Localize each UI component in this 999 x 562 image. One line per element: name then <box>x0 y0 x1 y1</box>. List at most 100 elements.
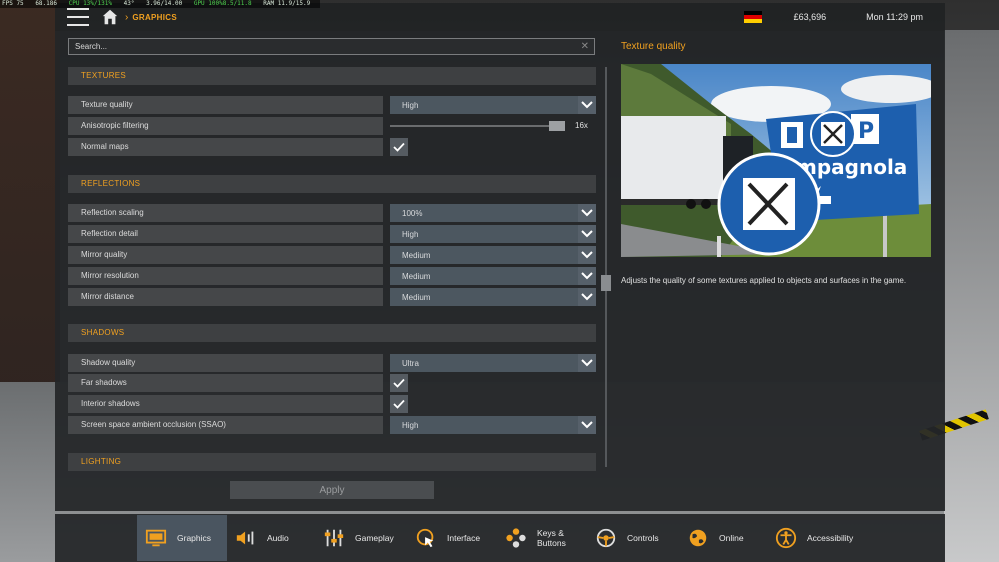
tab-audio[interactable]: Audio <box>227 515 315 561</box>
info-description: Adjusts the quality of some textures app… <box>621 276 907 285</box>
money-balance: £63,696 <box>793 12 827 22</box>
chevron-down-icon <box>578 267 596 285</box>
setting-label: Reflection scaling <box>68 204 383 222</box>
tab-label: Online <box>719 533 744 543</box>
tab-online[interactable]: Online <box>679 515 767 561</box>
cpu-readout: CPU 13%/131% <box>68 0 112 7</box>
tab-label: Audio <box>267 533 289 543</box>
garage-wall-right <box>944 30 999 562</box>
globe-icon <box>689 529 707 547</box>
texture-preview-image: P mpagnola <box>621 64 931 257</box>
chevron-right-icon: › <box>125 11 129 23</box>
setting-row-mirror-resolution: Mirror resolution Medium <box>68 267 596 285</box>
slider-track <box>390 125 565 127</box>
mirror-quality-dropdown[interactable]: Medium <box>390 246 596 264</box>
germany-flag-icon <box>743 11 762 23</box>
dropdown-value: High <box>402 100 419 110</box>
checkmark-icon <box>393 142 405 152</box>
setting-row-mirror-distance: Mirror distance Medium <box>68 288 596 306</box>
slider-value: 16x <box>575 121 588 130</box>
dropdown-value: Medium <box>402 250 431 260</box>
dropdown-value: High <box>402 229 419 239</box>
search-input[interactable] <box>75 42 565 51</box>
mirror-distance-dropdown[interactable]: Medium <box>390 288 596 306</box>
far-shadows-checkbox[interactable] <box>390 374 408 392</box>
chevron-down-icon <box>578 288 596 306</box>
tab-label-line1: Keys & <box>537 528 564 538</box>
setting-label: Mirror resolution <box>68 267 383 285</box>
setting-row-texture-quality: Texture quality High <box>68 96 596 114</box>
normal-maps-checkbox[interactable] <box>390 138 408 156</box>
tab-accessibility[interactable]: Accessibility <box>767 515 867 561</box>
settings-scrollbar[interactable] <box>601 67 611 467</box>
tab-label: Interface <box>447 533 481 543</box>
setting-row-shadow-quality: Shadow quality Ultra <box>68 354 596 372</box>
section-header-shadows: SHADOWS <box>68 324 596 342</box>
apply-button[interactable]: Apply <box>230 481 434 499</box>
checkmark-icon <box>393 399 405 409</box>
tab-interface[interactable]: Interface <box>407 515 497 561</box>
setting-row-normal-maps: Normal maps <box>68 138 596 156</box>
ssao-dropdown[interactable]: High <box>390 416 596 434</box>
tab-gameplay[interactable]: Gameplay <box>315 515 407 561</box>
setting-label: Mirror distance <box>68 288 383 306</box>
settings-panel: ✕ TEXTURES Texture quality High Anisotro… <box>55 31 945 511</box>
setting-row-anisotropic-filtering: Anisotropic filtering 16x <box>68 117 596 135</box>
reflection-detail-dropdown[interactable]: High <box>390 225 596 243</box>
dropdown-value: Ultra <box>402 358 419 368</box>
section-header-reflections: REFLECTIONS <box>68 175 596 193</box>
section-header-lighting: LIGHTING <box>68 453 596 471</box>
ram-readout: RAM 11.9/15.9 <box>263 0 311 7</box>
chevron-down-icon <box>578 354 596 372</box>
search-field[interactable]: ✕ <box>68 38 595 55</box>
cpu-load-readout: 3.96/14.00 <box>146 0 183 7</box>
section-header-textures: TEXTURES <box>68 67 596 85</box>
interior-shadows-checkbox[interactable] <box>390 395 408 413</box>
setting-row-reflection-scaling: Reflection scaling 100% <box>68 204 596 222</box>
setting-label: Mirror quality <box>68 246 383 264</box>
tab-label-line2: Buttons <box>537 538 566 548</box>
shadow-quality-dropdown[interactable]: Ultra <box>390 354 596 372</box>
tab-controls[interactable]: Controls <box>587 515 679 561</box>
tab-keys-buttons[interactable]: Keys & Buttons <box>497 515 587 561</box>
game-clock: Mon 11:29 pm <box>866 12 923 22</box>
close-icon[interactable]: ✕ <box>581 42 589 52</box>
tab-label: Gameplay <box>355 533 394 543</box>
setting-label: Anisotropic filtering <box>68 117 383 135</box>
scrollbar-thumb[interactable] <box>601 275 611 291</box>
setting-row-interior-shadows: Interior shadows <box>68 395 596 413</box>
tab-graphics[interactable]: Graphics <box>137 515 227 561</box>
monitor-icon <box>145 529 167 547</box>
reflection-scaling-dropdown[interactable]: 100% <box>390 204 596 222</box>
hamburger-menu-icon[interactable] <box>67 8 89 26</box>
info-title: Texture quality <box>621 41 686 52</box>
fps-readout: FPS 75 <box>2 0 24 7</box>
mirror-resolution-dropdown[interactable]: Medium <box>390 267 596 285</box>
chevron-down-icon <box>578 416 596 434</box>
pointer-icon <box>416 528 434 548</box>
checkmark-icon <box>393 378 405 388</box>
speaker-icon <box>236 531 254 545</box>
setting-label: Far shadows <box>68 374 383 392</box>
slider-thumb[interactable] <box>549 121 565 131</box>
setting-label: Shadow quality <box>68 354 383 372</box>
anisotropic-filtering-slider[interactable] <box>390 117 565 135</box>
setting-label: Normal maps <box>68 138 383 156</box>
home-icon[interactable] <box>101 8 119 26</box>
chevron-down-icon <box>578 96 596 114</box>
steering-wheel-icon <box>596 528 616 548</box>
texture-quality-dropdown[interactable]: High <box>390 96 596 114</box>
dropdown-value: Medium <box>402 292 431 302</box>
breadcrumb[interactable]: GRAPHICS <box>132 13 177 22</box>
tab-label: Accessibility <box>807 533 854 543</box>
dropdown-value: 100% <box>402 208 423 218</box>
dropdown-value: Medium <box>402 271 431 281</box>
accessibility-icon <box>775 527 797 549</box>
sign-text: mpagnola <box>796 155 907 179</box>
temp-readout: 43° <box>123 0 135 7</box>
tab-label: Graphics <box>177 533 212 543</box>
performance-overlay: FPS 75 68.186 CPU 13%/131% 43° 3.96/14.0… <box>0 0 321 8</box>
svg-text:P: P <box>858 119 874 144</box>
setting-row-mirror-quality: Mirror quality Medium <box>68 246 596 264</box>
setting-row-far-shadows: Far shadows <box>68 374 596 392</box>
